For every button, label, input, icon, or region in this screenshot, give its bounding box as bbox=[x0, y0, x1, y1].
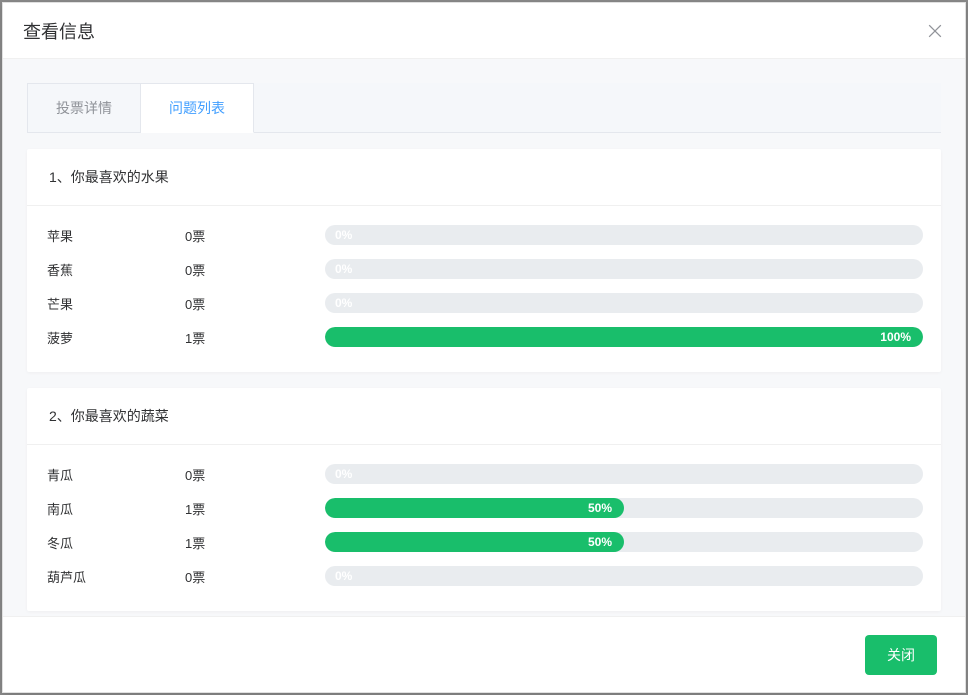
modal-body: 投票详情 问题列表 1、你最喜欢的水果苹果0票0%香蕉0票0%芒果0票0%菠萝1… bbox=[3, 59, 965, 616]
option-row: 冬瓜1票50% bbox=[45, 525, 923, 559]
option-votes: 1票 bbox=[185, 499, 325, 518]
option-votes: 1票 bbox=[185, 533, 325, 552]
option-name: 菠萝 bbox=[45, 328, 185, 347]
progress-track: 0% bbox=[325, 293, 923, 313]
option-votes: 0票 bbox=[185, 465, 325, 484]
option-votes: 0票 bbox=[185, 226, 325, 245]
progress-track: 50% bbox=[325, 532, 923, 552]
option-row: 菠萝1票100% bbox=[45, 320, 923, 354]
progress-fill: 50% bbox=[325, 498, 624, 518]
tab-vote-details[interactable]: 投票详情 bbox=[27, 83, 141, 132]
progress-label: 0% bbox=[335, 259, 352, 279]
option-row: 青瓜0票 0% bbox=[45, 457, 923, 491]
option-name: 香蕉 bbox=[45, 260, 185, 279]
option-name: 青瓜 bbox=[45, 465, 185, 484]
progress-label: 0% bbox=[335, 566, 352, 586]
progress-label: 0% bbox=[335, 464, 352, 484]
progress-track: 0% bbox=[325, 225, 923, 245]
option-row: 芒果0票 0% bbox=[45, 286, 923, 320]
close-icon[interactable] bbox=[925, 21, 945, 41]
modal-header: 查看信息 bbox=[3, 3, 965, 59]
option-name: 南瓜 bbox=[45, 499, 185, 518]
option-votes: 0票 bbox=[185, 294, 325, 313]
close-button[interactable]: 关闭 bbox=[865, 635, 937, 675]
progress-label: 0% bbox=[335, 225, 352, 245]
option-name: 苹果 bbox=[45, 226, 185, 245]
question-card: 2、你最喜欢的蔬菜青瓜0票0%南瓜1票50%冬瓜1票50%葫芦瓜0票0% bbox=[27, 388, 941, 611]
option-row: 苹果0票 0% bbox=[45, 218, 923, 252]
option-votes: 0票 bbox=[185, 260, 325, 279]
option-votes: 0票 bbox=[185, 567, 325, 586]
option-row: 南瓜1票50% bbox=[45, 491, 923, 525]
modal-title: 查看信息 bbox=[23, 18, 95, 44]
progress-track: 0% bbox=[325, 464, 923, 484]
progress-track: 50% bbox=[325, 498, 923, 518]
option-votes: 1票 bbox=[185, 328, 325, 347]
progress-label: 0% bbox=[335, 293, 352, 313]
modal-footer: 关闭 bbox=[3, 616, 965, 692]
tab-question-list[interactable]: 问题列表 bbox=[141, 83, 254, 133]
tab-content: 1、你最喜欢的水果苹果0票0%香蕉0票0%芒果0票0%菠萝1票100%2、你最喜… bbox=[27, 149, 941, 611]
tab-bar: 投票详情 问题列表 bbox=[27, 83, 941, 133]
question-body: 苹果0票0%香蕉0票0%芒果0票0%菠萝1票100% bbox=[27, 206, 941, 372]
progress-track: 0% bbox=[325, 259, 923, 279]
question-card: 1、你最喜欢的水果苹果0票0%香蕉0票0%芒果0票0%菠萝1票100% bbox=[27, 149, 941, 372]
option-row: 葫芦瓜0票 0% bbox=[45, 559, 923, 593]
progress-track: 0% bbox=[325, 566, 923, 586]
progress-fill: 100% bbox=[325, 327, 923, 347]
option-name: 葫芦瓜 bbox=[45, 567, 185, 586]
question-body: 青瓜0票0%南瓜1票50%冬瓜1票50%葫芦瓜0票0% bbox=[27, 445, 941, 611]
progress-track: 100% bbox=[325, 327, 923, 347]
progress-fill: 50% bbox=[325, 532, 624, 552]
option-name: 冬瓜 bbox=[45, 533, 185, 552]
view-info-modal: 查看信息 投票详情 问题列表 1、你最喜欢的水果苹果0票0%香蕉0票0%芒果0票… bbox=[2, 2, 966, 693]
option-row: 香蕉0票 0% bbox=[45, 252, 923, 286]
question-title: 1、你最喜欢的水果 bbox=[27, 149, 941, 206]
question-title: 2、你最喜欢的蔬菜 bbox=[27, 388, 941, 445]
option-name: 芒果 bbox=[45, 294, 185, 313]
